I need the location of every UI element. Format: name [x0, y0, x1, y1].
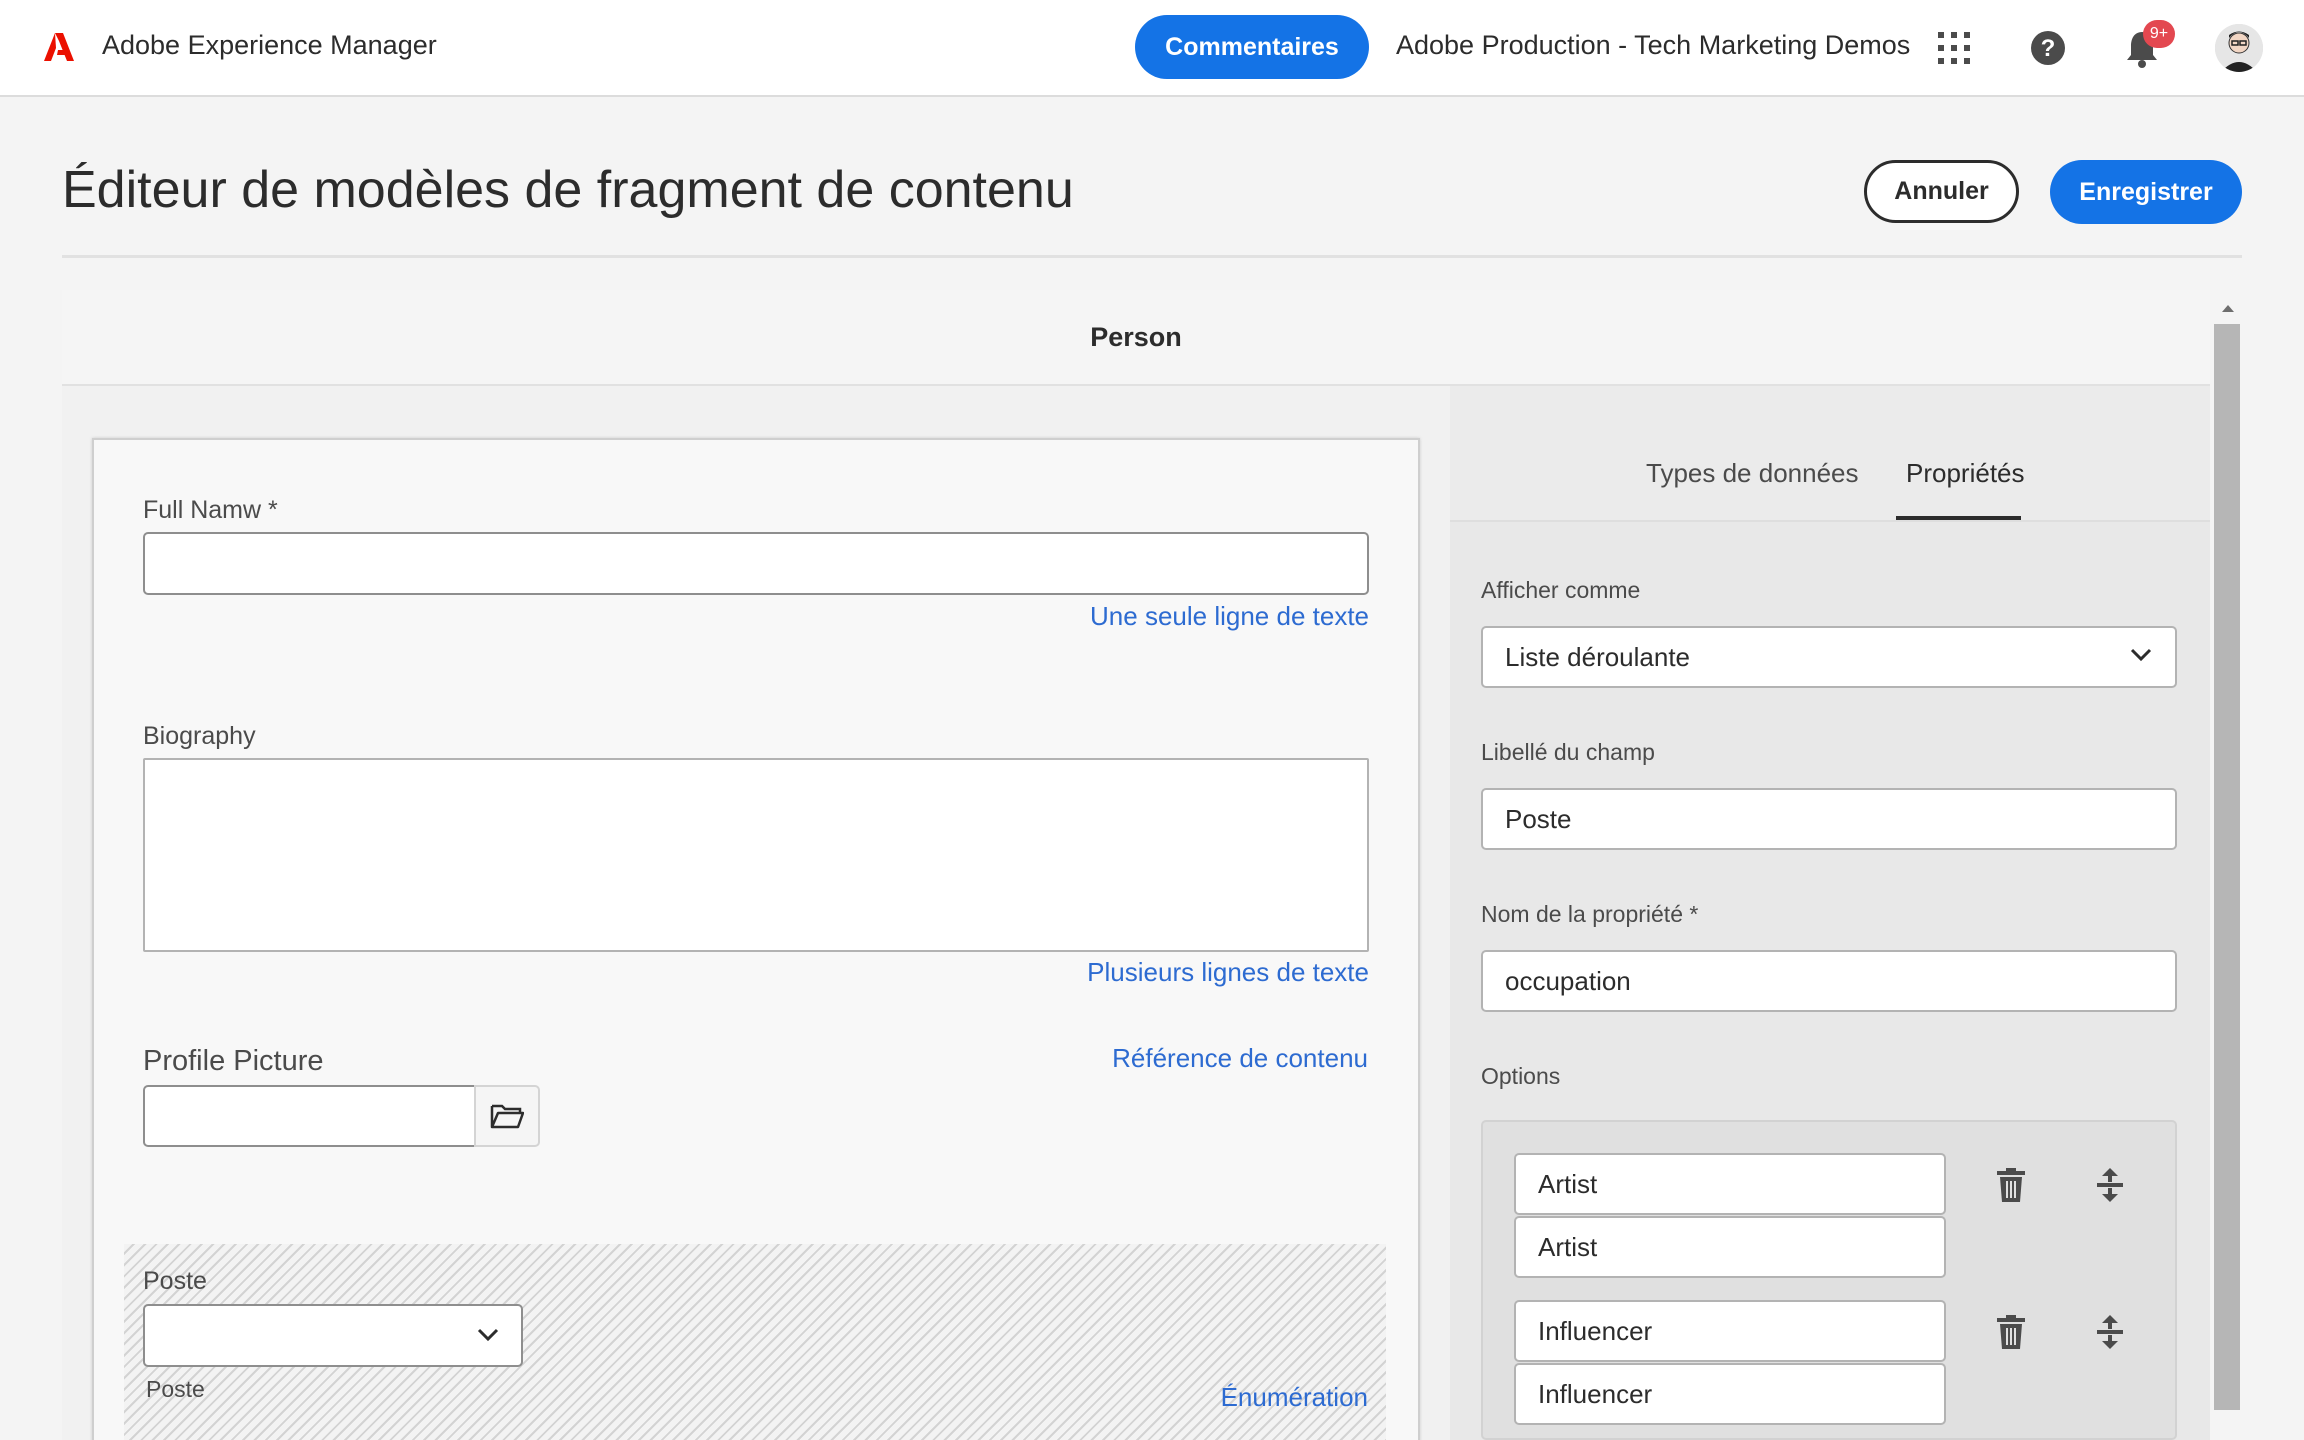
adobe-logo[interactable]: [44, 33, 74, 61]
user-avatar[interactable]: [2215, 24, 2263, 72]
option-text: Influencer: [1538, 1315, 1653, 1346]
apps-grid-icon[interactable]: [1938, 32, 1970, 64]
poste-type-link[interactable]: Énumération: [1000, 1382, 1368, 1413]
notification-badge: 9+: [2143, 20, 2175, 48]
delete-option-icon[interactable]: [1996, 1315, 2026, 1349]
tab-data-types[interactable]: Types de données: [1646, 458, 1859, 489]
scroll-up-icon[interactable]: [2218, 300, 2238, 316]
property-name-input[interactable]: occupation: [1481, 950, 2177, 1012]
active-tab-indicator: [1896, 516, 2021, 520]
option-value-input[interactable]: Artist: [1514, 1216, 1946, 1278]
poste-select[interactable]: [143, 1304, 523, 1367]
full-name-label: Full Namw *: [143, 496, 278, 524]
drag-handle-icon[interactable]: [2095, 1166, 2125, 1204]
property-name-label: Nom de la propriété *: [1481, 901, 1699, 927]
options-label: Options: [1481, 1063, 1561, 1089]
option-text: Artist: [1538, 1168, 1598, 1199]
field-label-label: Libellé du champ: [1481, 739, 1655, 765]
render-as-label: Afficher comme: [1481, 577, 1641, 603]
app-title[interactable]: Adobe Experience Manager: [102, 30, 437, 61]
shell-header: Adobe Experience Manager Commentaires Ad…: [0, 0, 2304, 97]
cancel-button[interactable]: Annuler: [1864, 160, 2019, 223]
page-title: Éditeur de modèles de fragment de conten…: [62, 161, 1074, 219]
org-switcher[interactable]: Adobe Production - Tech Marketing Demos: [1396, 30, 1910, 61]
field-label-value: Poste: [1505, 803, 1572, 834]
model-title-bar: Person: [62, 290, 2210, 386]
option-text-input[interactable]: Influencer: [1514, 1300, 1946, 1362]
feedback-button[interactable]: Commentaires: [1135, 15, 1369, 79]
scrollbar-thumb[interactable]: [2214, 324, 2240, 1410]
render-as-dropdown[interactable]: Liste déroulante: [1481, 626, 2177, 688]
option-value: Artist: [1538, 1231, 1598, 1262]
poste-label: Poste: [143, 1267, 207, 1295]
drag-handle-icon[interactable]: [2095, 1313, 2125, 1351]
profile-picture-label: Profile Picture: [143, 1045, 324, 1077]
header-divider: [62, 255, 2242, 258]
chevron-down-icon: [477, 1328, 499, 1342]
chevron-down-icon: [2130, 648, 2152, 662]
full-name-field[interactable]: [143, 532, 1369, 595]
biography-type-link[interactable]: Plusieurs lignes de texte: [1000, 957, 1369, 988]
field-label-input[interactable]: Poste: [1481, 788, 2177, 850]
poste-sublabel: Poste: [146, 1376, 205, 1402]
option-text-input[interactable]: Artist: [1514, 1153, 1946, 1215]
render-as-value: Liste déroulante: [1505, 641, 1691, 672]
option-value-input[interactable]: Influencer: [1514, 1363, 1946, 1425]
option-value: Influencer: [1538, 1378, 1653, 1409]
full-name-type-link[interactable]: Une seule ligne de texte: [1000, 601, 1369, 632]
biography-label: Biography: [143, 722, 256, 750]
model-name: Person: [1090, 322, 1182, 352]
profile-picture-field[interactable]: [143, 1085, 476, 1147]
svg-text:?: ?: [2041, 35, 2056, 62]
folder-icon: [490, 1104, 524, 1129]
help-icon[interactable]: ?: [2030, 30, 2066, 66]
save-button[interactable]: Enregistrer: [2050, 160, 2242, 224]
delete-option-icon[interactable]: [1996, 1168, 2026, 1202]
profile-picture-type-link[interactable]: Référence de contenu: [1000, 1043, 1368, 1074]
browse-button[interactable]: [474, 1085, 540, 1147]
panel-tabs: [1450, 386, 2210, 522]
biography-field[interactable]: [143, 758, 1369, 952]
tab-properties[interactable]: Propriétés: [1906, 458, 2025, 489]
property-name-value: occupation: [1505, 965, 1631, 996]
